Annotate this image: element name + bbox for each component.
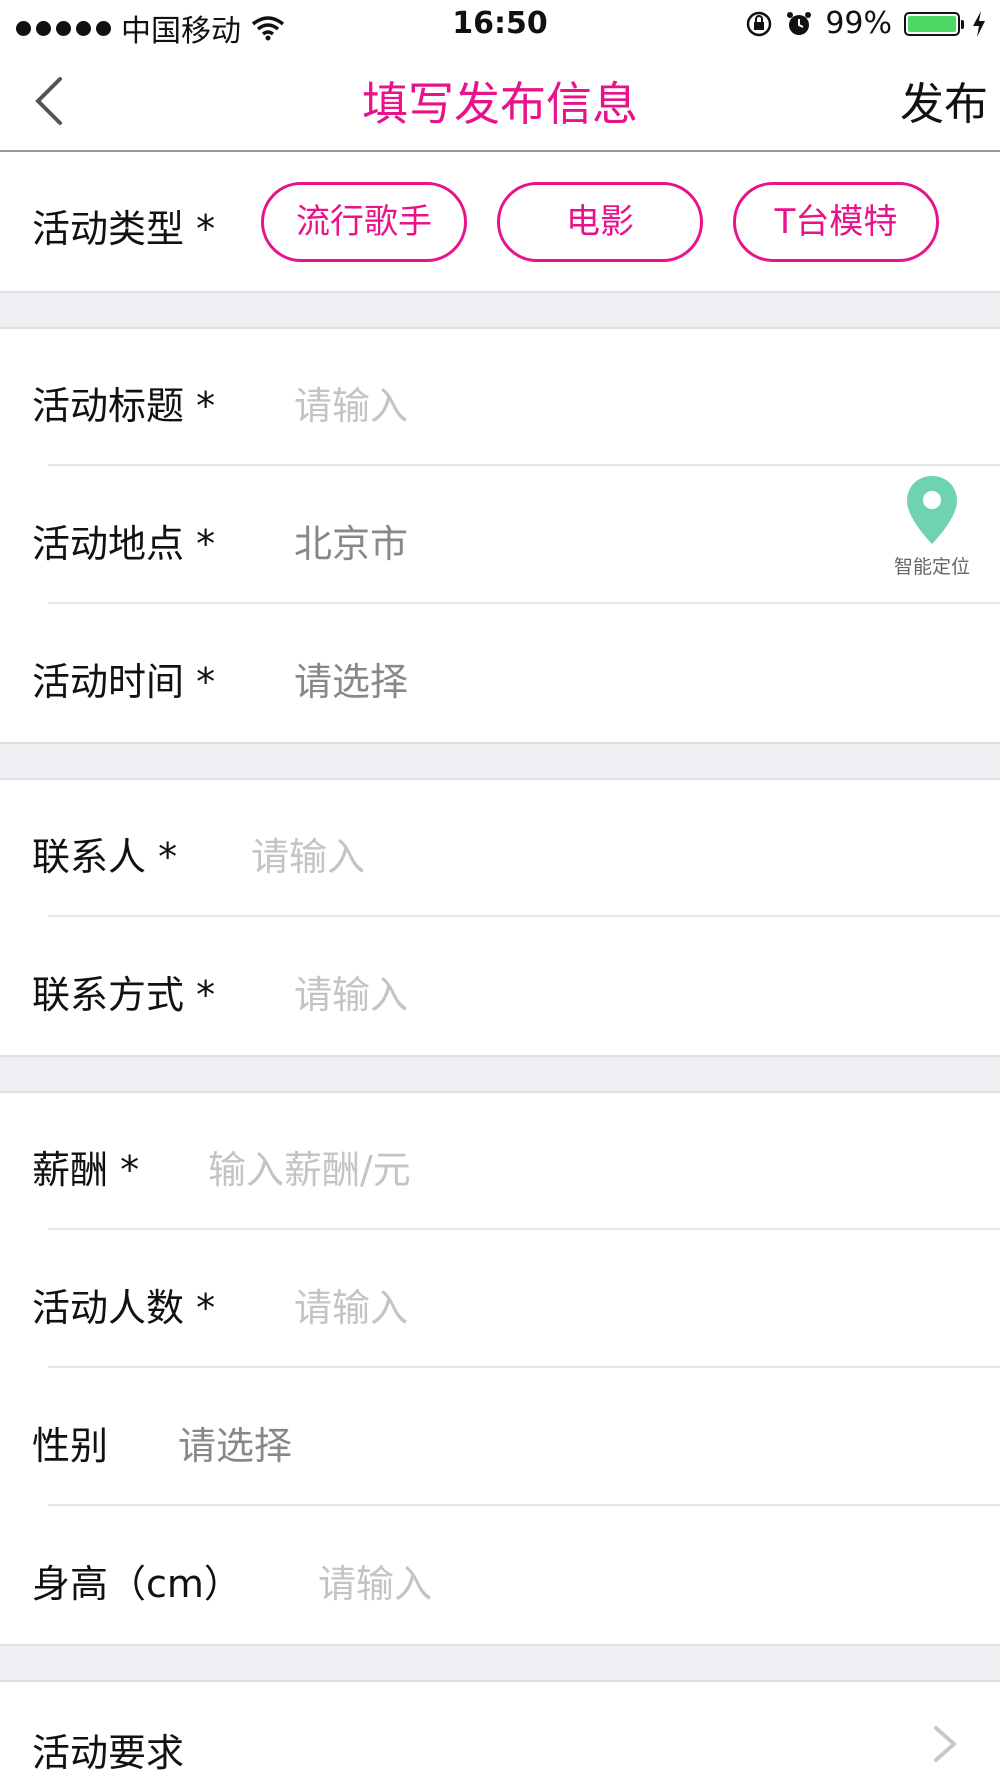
page-title: 填写发布信息 [362, 77, 638, 131]
section-gap [0, 742, 1000, 780]
height-label: 身高（cm） [32, 1562, 242, 1606]
contact-row[interactable]: 联系人 * 请输入 [0, 780, 1000, 917]
time-select[interactable]: 请选择 [294, 651, 408, 706]
contact-label: 联系人 * [32, 835, 178, 879]
activity-type-option-pop-singer[interactable]: 流行歌手 [261, 182, 467, 262]
salary-input[interactable]: 输入薪酬/元 [208, 1139, 411, 1194]
time-label: 活动时间 * [32, 660, 216, 704]
height-row[interactable]: 身高（cm） 请输入 [0, 1507, 1000, 1644]
status-right: 99% [745, 6, 986, 41]
divider [48, 602, 1000, 604]
status-bar: 中国移动 16:50 99% [0, 0, 1000, 50]
battery-percent: 99% [825, 6, 892, 41]
smart-locate-button[interactable]: 智能定位 [882, 474, 982, 579]
divider [48, 1228, 1000, 1230]
title-input[interactable]: 请输入 [294, 375, 408, 430]
alarm-icon [787, 11, 812, 35]
contact-method-row[interactable]: 联系方式 * 请输入 [0, 918, 1000, 1055]
location-row[interactable]: 活动地点 * 北京市 [0, 467, 1000, 604]
contact-method-input[interactable]: 请输入 [294, 964, 408, 1019]
salary-row[interactable]: 薪酬 * 输入薪酬/元 [0, 1093, 1000, 1230]
publish-button[interactable]: 发布 [900, 68, 988, 132]
nav-bar: 填写发布信息 发布 [0, 50, 1000, 152]
requirements-row[interactable]: 活动要求 [0, 1682, 1000, 1778]
headcount-row[interactable]: 活动人数 * 请输入 [0, 1231, 1000, 1368]
height-input[interactable]: 请输入 [318, 1553, 432, 1608]
section-gap [0, 291, 1000, 329]
battery-icon [904, 11, 964, 36]
location-input[interactable]: 北京市 [294, 513, 408, 568]
gender-label: 性别 [32, 1424, 109, 1468]
title-row[interactable]: 活动标题 * 请输入 [0, 329, 1000, 466]
chevron-right-icon [934, 1726, 958, 1762]
smart-locate-label: 智能定位 [893, 556, 970, 578]
gender-row[interactable]: 性别 请选择 [0, 1369, 1000, 1506]
charging-icon [973, 10, 985, 37]
location-label: 活动地点 * [32, 522, 216, 566]
divider [48, 464, 1000, 466]
contact-method-label: 联系方式 * [32, 973, 216, 1017]
divider [48, 1366, 1000, 1368]
salary-label: 薪酬 * [32, 1148, 140, 1192]
divider [48, 1504, 1000, 1506]
section-gap [0, 1055, 1000, 1093]
divider [48, 915, 1000, 917]
activity-type-label: 活动类型 * [32, 207, 216, 251]
contact-input[interactable]: 请输入 [251, 826, 365, 881]
activity-type-option-movie[interactable]: 电影 [497, 182, 703, 262]
gender-select[interactable]: 请选择 [178, 1415, 292, 1470]
time-row[interactable]: 活动时间 * 请选择 [0, 605, 1000, 742]
location-pin-icon [907, 476, 957, 544]
battery-fill [908, 15, 956, 32]
title-label: 活动标题 * [32, 384, 216, 428]
headcount-input[interactable]: 请输入 [294, 1277, 408, 1332]
section-gap [0, 1644, 1000, 1682]
headcount-label: 活动人数 * [32, 1286, 216, 1330]
requirements-label: 活动要求 [32, 1731, 185, 1775]
orientation-lock-icon [747, 11, 772, 36]
activity-type-option-runway-model[interactable]: T台模特 [733, 182, 939, 262]
